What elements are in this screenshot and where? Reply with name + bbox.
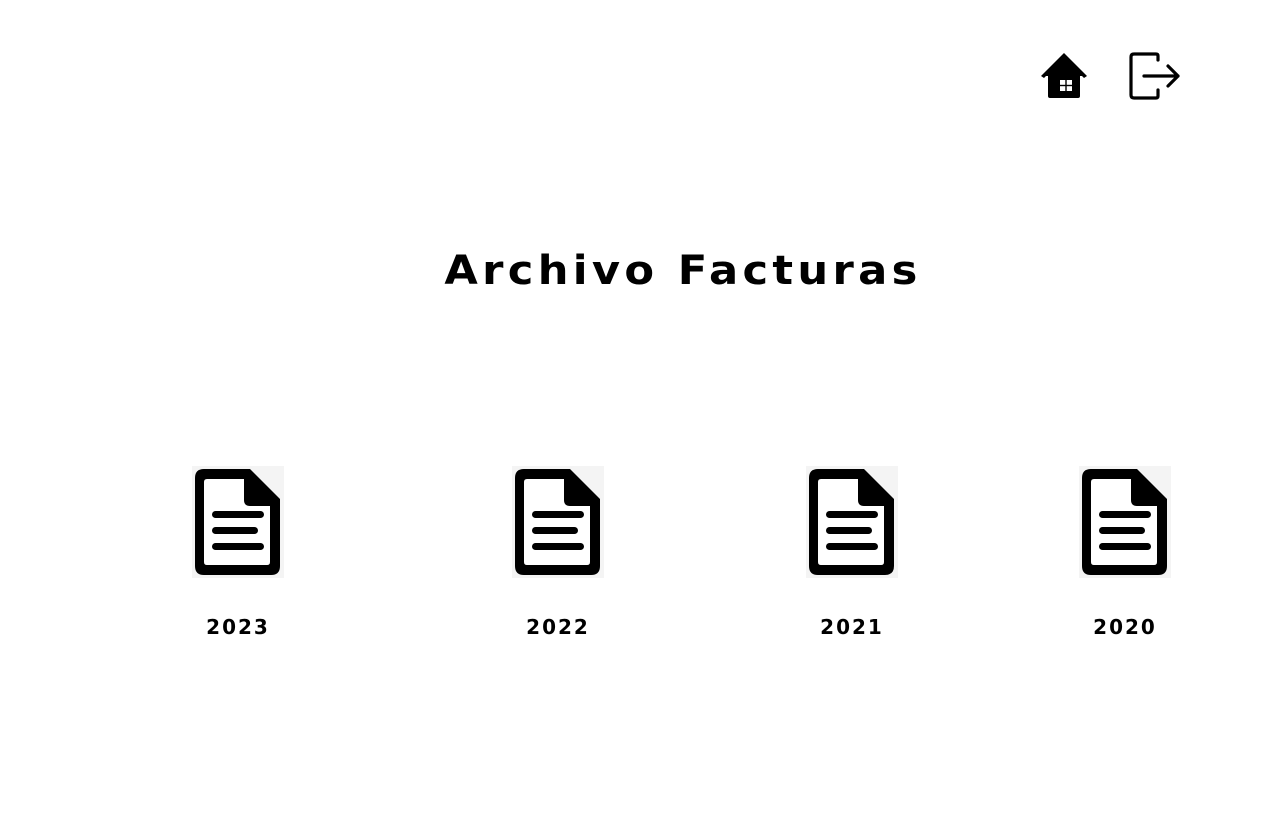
top-actions: [1040, 52, 1190, 102]
home-button[interactable]: [1040, 52, 1088, 100]
year-label: 2022: [526, 615, 590, 639]
year-label: 2023: [206, 615, 270, 639]
logout-icon: [1129, 52, 1180, 100]
year-label: 2020: [1093, 615, 1157, 639]
page: Archivo Facturas 2023 2022 2021 2020: [0, 0, 1280, 832]
year-folder-2022[interactable]: 2022: [478, 466, 638, 646]
page-title: Archivo Facturas: [444, 248, 922, 294]
year-folder-2021[interactable]: 2021: [772, 466, 932, 646]
home-icon: [1041, 53, 1087, 98]
year-label: 2021: [820, 615, 884, 639]
document-icon: [192, 466, 284, 578]
document-icon: [806, 466, 898, 578]
document-icon: [1079, 466, 1171, 578]
year-folder-2023[interactable]: 2023: [158, 466, 318, 646]
logout-button[interactable]: [1128, 52, 1182, 102]
year-folder-2020[interactable]: 2020: [1045, 466, 1205, 646]
document-icon: [512, 466, 604, 578]
